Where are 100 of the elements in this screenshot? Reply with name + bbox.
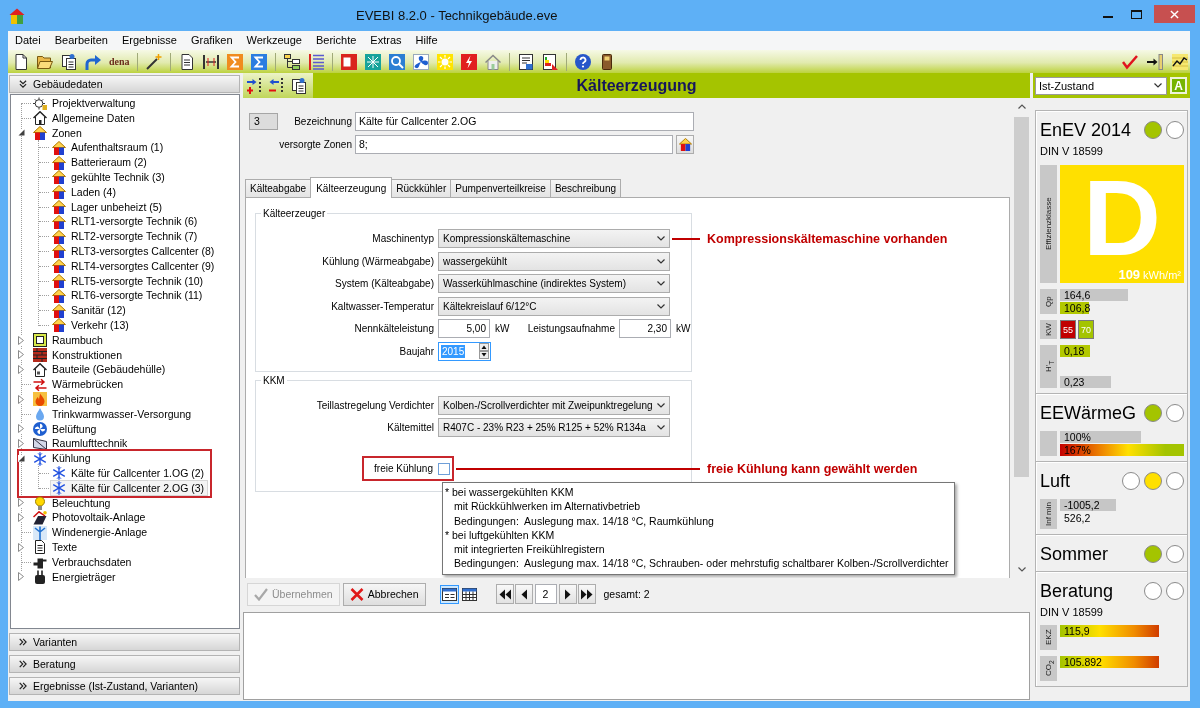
tree-item[interactable]: Verkehr (13) xyxy=(50,317,133,334)
dropdown[interactable]: wassergekühlt xyxy=(438,251,670,271)
tree-item[interactable]: RLT6-versorgte Technik (11) xyxy=(50,287,207,304)
menu-item[interactable]: Grafiken xyxy=(183,32,240,49)
tab[interactable]: Rückkühler xyxy=(391,179,452,197)
scroll-down-icon[interactable] xyxy=(1017,567,1026,572)
memo-field[interactable] xyxy=(243,612,1030,700)
redo-arrow-icon[interactable] xyxy=(85,53,101,70)
tree-item[interactable]: Texte xyxy=(31,539,82,556)
menu-item[interactable]: Hilfe xyxy=(408,32,445,49)
dropdown[interactable]: Kompressionskältemaschine xyxy=(438,229,670,248)
asterisk-icon[interactable] xyxy=(364,53,381,70)
tree-item[interactable]: Trinkwarmwasser-Versorgung xyxy=(31,406,196,423)
tree-item[interactable]: Zonen xyxy=(31,125,86,141)
first-page-button[interactable] xyxy=(495,584,514,604)
expand-arrow-icon[interactable] xyxy=(18,542,24,552)
expand-arrow-icon[interactable] xyxy=(18,394,24,404)
import-icon[interactable] xyxy=(1147,53,1163,70)
close-button[interactable] xyxy=(1154,5,1195,23)
menu-item[interactable]: Ergebnisse xyxy=(114,32,184,49)
scroll-up-icon[interactable] xyxy=(1017,104,1026,109)
tree-item[interactable]: Konstruktionen xyxy=(31,346,127,363)
expand-arrow-icon[interactable] xyxy=(18,335,24,345)
tree-item[interactable]: RLT3-versorgtes Callcenter (8) xyxy=(50,243,219,260)
expand-arrow-icon[interactable] xyxy=(18,513,24,523)
expand-arrow-icon[interactable] xyxy=(18,572,24,582)
expand-arrow-icon[interactable] xyxy=(18,350,24,360)
tree-item[interactable]: Verbrauchsdaten xyxy=(31,554,136,571)
flowchart-icon[interactable] xyxy=(283,53,300,70)
text-field[interactable]: 8; xyxy=(355,135,673,154)
tree-item[interactable]: Beheizung xyxy=(31,391,106,408)
tree-item[interactable]: Raumlufttechnik xyxy=(31,435,132,452)
dropdown[interactable]: Kältekreislauf 6/12°C xyxy=(438,296,670,316)
previous-page-button[interactable] xyxy=(514,584,533,604)
tab[interactable]: Kälteerzeugung xyxy=(310,177,393,198)
panel-header[interactable]: Ergebnisse (Ist-Zustand, Varianten) xyxy=(9,677,240,695)
menu-item[interactable]: Berichte xyxy=(308,32,364,49)
number-field[interactable]: 5,00 xyxy=(438,319,490,338)
tree-item[interactable]: Kühlung xyxy=(31,450,95,467)
chart-document-icon[interactable] xyxy=(541,53,558,70)
tree-item[interactable]: Laden (4) xyxy=(50,184,120,201)
search-icon[interactable] xyxy=(388,53,405,70)
number-field[interactable]: 2,30 xyxy=(619,319,671,338)
tree-item[interactable]: Batterieraum (2) xyxy=(50,154,151,171)
next-page-button[interactable] xyxy=(558,584,577,604)
clipboard-icon[interactable] xyxy=(61,53,77,70)
dropdown[interactable]: Kolben-/Scrollverdichter mit Zweipunktregelung xyxy=(438,395,670,415)
dropdown[interactable]: R407C - 23% R23 + 25% R125 + 52% R134a xyxy=(438,418,670,437)
help-icon[interactable] xyxy=(574,53,591,70)
tree-item[interactable]: Sanitär (12) xyxy=(50,302,130,319)
magic-wand-icon[interactable] xyxy=(145,53,162,70)
collapse-arrow-icon[interactable] xyxy=(17,455,25,462)
expand-arrow-icon[interactable] xyxy=(18,424,24,434)
variant-dropdown[interactable]: Ist-Zustand xyxy=(1035,76,1167,95)
line-chart-icon[interactable] xyxy=(1172,53,1188,70)
tree-item[interactable]: Wärmebrücken xyxy=(31,376,128,393)
panel-header[interactable]: Beratung xyxy=(9,655,240,673)
cancel-button[interactable]: Abbrechen xyxy=(342,582,426,606)
split-icon[interactable] xyxy=(202,53,219,70)
tree-item[interactable]: Beleuchtung xyxy=(31,494,115,511)
sigma-icon[interactable] xyxy=(250,53,267,70)
tree-item[interactable]: Raumbuch xyxy=(31,332,107,349)
menu-item[interactable]: Werkzeuge xyxy=(239,32,309,49)
checkmark-icon[interactable] xyxy=(1122,53,1138,70)
spin-buttons-icon[interactable] xyxy=(479,343,489,359)
text-field[interactable]: Kälte für Callcenter 2.OG xyxy=(355,112,694,131)
house-icon[interactable] xyxy=(484,53,501,70)
clipboard-icon[interactable] xyxy=(291,77,307,94)
report-icon[interactable] xyxy=(517,53,534,70)
tree-item[interactable]: RLT5-versorgte Technik (10) xyxy=(50,272,208,289)
dropdown[interactable]: Wasserkühlmaschine (indirektes System) xyxy=(438,274,670,293)
expand-arrow-icon[interactable] xyxy=(18,439,24,449)
fan-icon[interactable] xyxy=(412,53,429,70)
menu-item[interactable]: Bearbeiten xyxy=(47,32,115,49)
tree-item[interactable]: Belüftung xyxy=(31,420,101,437)
tab[interactable]: Pumpenverteilkreise xyxy=(450,179,551,197)
window-icon[interactable] xyxy=(340,53,357,70)
tree-item[interactable]: Kälte für Callcenter 2.OG (3) xyxy=(50,480,209,497)
panel-header[interactable]: Gebäudedaten xyxy=(9,75,240,93)
tree-item[interactable]: RLT4-versorgtes Callcenter (9) xyxy=(50,258,219,275)
maximize-icon[interactable] xyxy=(1131,9,1142,19)
expand-arrow-icon[interactable] xyxy=(18,365,24,375)
tree-item[interactable]: Allgemeine Daten xyxy=(31,110,139,127)
zone-picker-button[interactable] xyxy=(676,135,694,154)
insert-row-icon[interactable] xyxy=(247,77,263,94)
tab[interactable]: Kälteabgabe xyxy=(245,179,312,197)
panel-header[interactable]: Varianten xyxy=(9,633,240,651)
tree-item[interactable]: gekühlte Technik (3) xyxy=(50,169,169,186)
menu-item[interactable]: Extras xyxy=(363,32,409,49)
lightning-icon[interactable] xyxy=(460,53,477,70)
document-icon[interactable] xyxy=(178,53,195,70)
expand-arrow-icon[interactable] xyxy=(18,498,24,508)
tree-item[interactable]: Energieträger xyxy=(31,568,120,585)
tree-item[interactable]: Bauteile (Gebäudehülle) xyxy=(31,361,170,378)
tree-item[interactable]: RLT2-versorgte Technik (7) xyxy=(50,228,202,245)
scrollbar-thumb[interactable] xyxy=(1014,117,1029,477)
checkbox[interactable] xyxy=(438,462,450,475)
view-toggle-button[interactable] xyxy=(439,584,459,604)
tree-item[interactable]: Projektverwaltung xyxy=(31,95,140,112)
folder-icon[interactable] xyxy=(37,53,53,70)
